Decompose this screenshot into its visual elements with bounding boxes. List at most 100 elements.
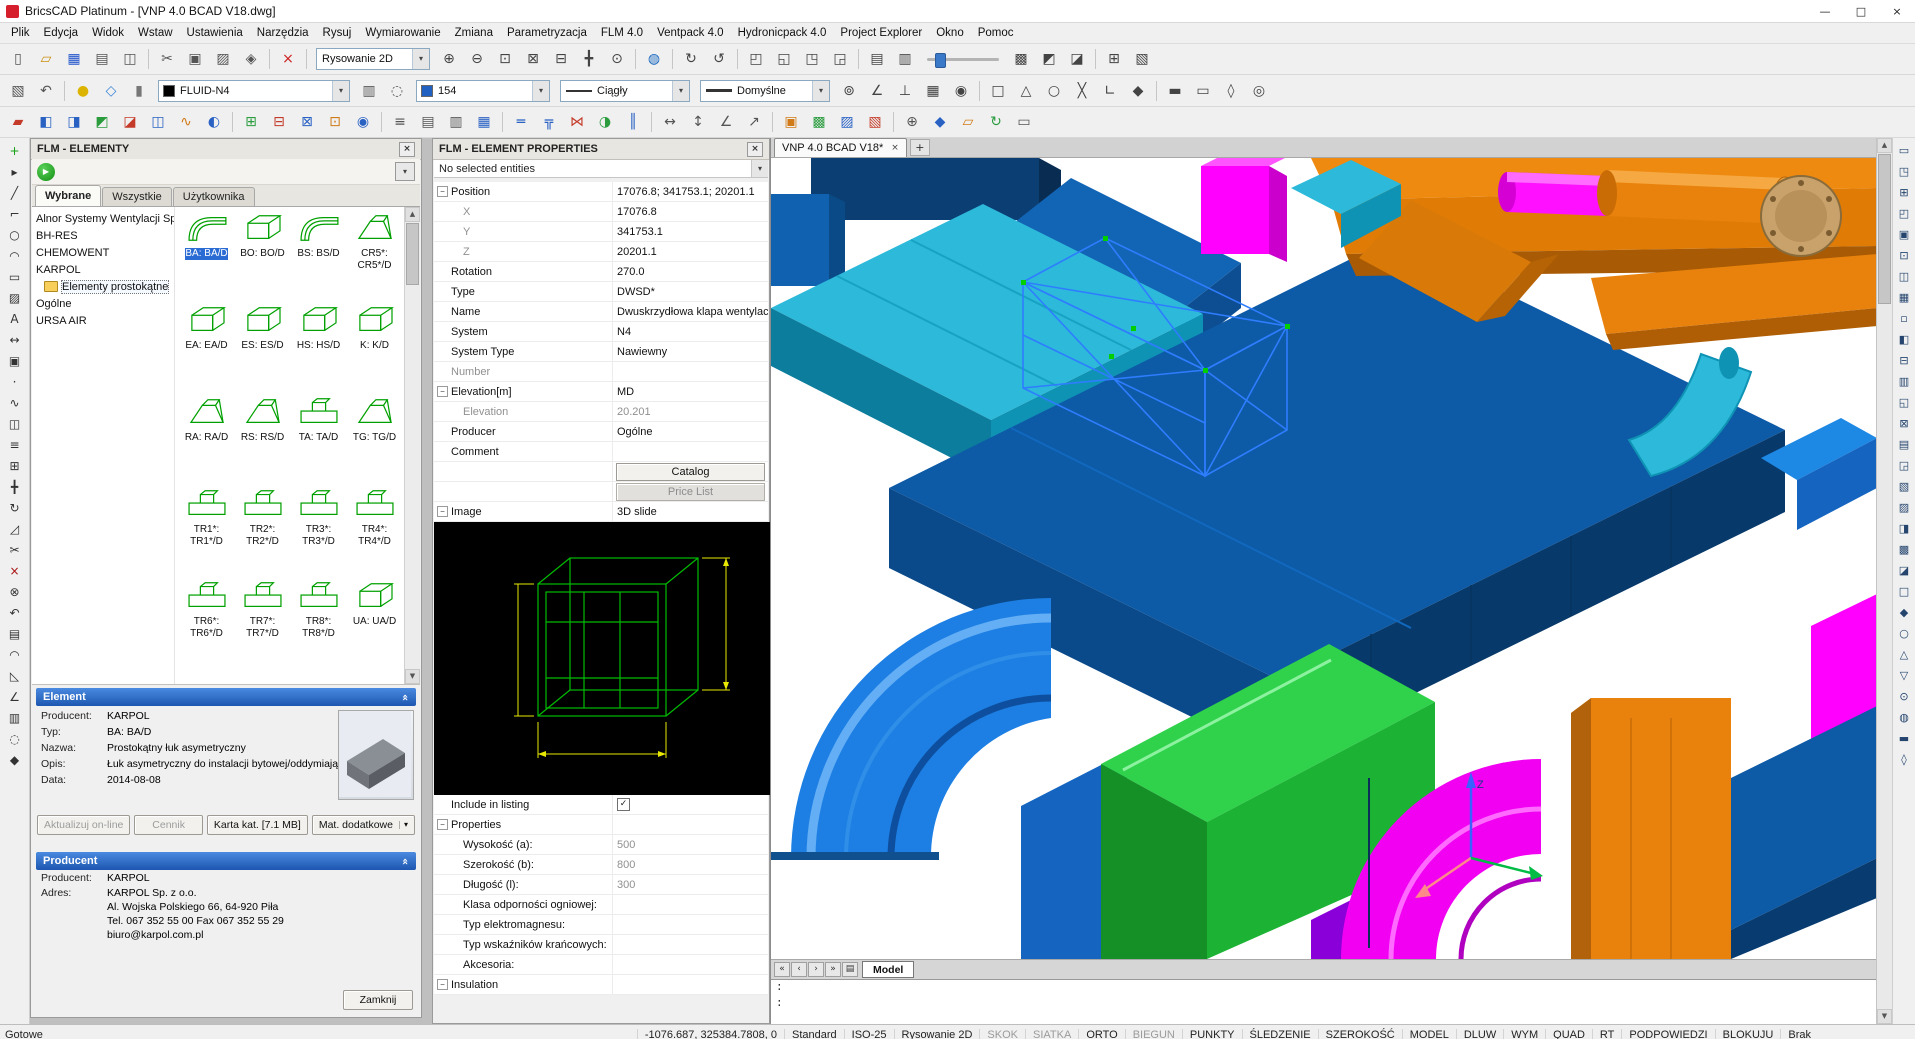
right-tool-24-icon[interactable]: ○: [1893, 624, 1915, 643]
osnap-nearest-icon[interactable]: ◆: [1125, 78, 1151, 104]
property-row[interactable]: − Position ✓ 17076.8; 341753.1; 20201.1: [434, 182, 768, 202]
pipe-fitting-icon[interactable]: ╦: [536, 109, 562, 135]
property-value[interactable]: MD: [617, 386, 634, 398]
property-value[interactable]: 270.0: [617, 266, 645, 278]
annotative-scale-icon[interactable]: ◊: [1218, 78, 1244, 104]
right-tool-03-icon[interactable]: ⊞: [1893, 183, 1915, 202]
ortho-toggle-icon[interactable]: ⊥: [892, 78, 918, 104]
right-tool-11-icon[interactable]: ⊟: [1893, 351, 1915, 370]
paste-icon[interactable]: ▨: [210, 46, 236, 72]
property-row[interactable]: − System Type ✓ Nawiewny: [434, 342, 768, 362]
right-tool-04-icon[interactable]: ◰: [1893, 204, 1915, 223]
right-tool-20-icon[interactable]: ▩: [1893, 540, 1915, 559]
realtime-zoom-icon[interactable]: ⊙: [604, 46, 630, 72]
view-iso-icon[interactable]: ◲: [827, 46, 853, 72]
flm-section-icon[interactable]: ▤: [415, 109, 441, 135]
osnap-center-icon[interactable]: ○: [1041, 78, 1067, 104]
transparency-icon[interactable]: ▭: [1190, 78, 1216, 104]
menu-item[interactable]: Project Explorer: [833, 25, 929, 41]
tools-update-icon[interactable]: ↻: [983, 109, 1009, 135]
status-field[interactable]: ISO-25: [844, 1029, 894, 1039]
maximize-button[interactable]: □: [1843, 0, 1879, 22]
catalog-card-button[interactable]: Karta kat. [7.1 MB] ▾: [207, 815, 308, 835]
chamfer-icon[interactable]: ◺: [4, 666, 26, 685]
right-tool-07-icon[interactable]: ◫: [1893, 267, 1915, 286]
property-value[interactable]: 800: [617, 859, 635, 871]
status-toggle[interactable]: PUNKTY: [1182, 1029, 1242, 1039]
property-row[interactable]: − Insulation ✓: [434, 975, 768, 995]
property-row[interactable]: − Elevation ✓ 20.201: [434, 402, 768, 422]
right-tool-10-icon[interactable]: ◧: [1893, 330, 1915, 349]
element-grid-item[interactable]: RS: RS/D: [235, 395, 290, 483]
new-file-icon[interactable]: ▯: [5, 46, 31, 72]
property-value[interactable]: DWSD*: [617, 286, 655, 298]
right-tool-17-icon[interactable]: ▧: [1893, 477, 1915, 496]
system-select-icon[interactable]: ▨: [834, 109, 860, 135]
element-grid-item[interactable]: TA: TA/D: [291, 395, 346, 483]
prev-layout-button[interactable]: ‹: [791, 962, 807, 977]
workspace-settings-icon[interactable]: ◎: [1246, 78, 1272, 104]
regen-icon[interactable]: ↺: [706, 46, 732, 72]
layout-list-button[interactable]: ▤: [842, 962, 858, 977]
element-section-header[interactable]: Element «: [36, 688, 416, 706]
producer-section-header[interactable]: Producent «: [36, 852, 416, 870]
right-tool-12-icon[interactable]: ▥: [1893, 372, 1915, 391]
element-grid-item[interactable]: TR2*: TR2*/D: [235, 487, 290, 575]
right-tool-30-icon[interactable]: ◊: [1893, 750, 1915, 769]
measure-icon[interactable]: ∠: [4, 687, 26, 706]
sheet-set-icon[interactable]: ▧: [1129, 46, 1155, 72]
mirror-icon[interactable]: ◫: [4, 414, 26, 433]
property-row[interactable]: − Type ✓ DWSD*: [434, 282, 768, 302]
property-row[interactable]: − System ✓ N4: [434, 322, 768, 342]
command-prompt[interactable]: :: [776, 982, 1871, 998]
print-preview-icon[interactable]: ◫: [117, 46, 143, 72]
tools-report-icon[interactable]: ▭: [1011, 109, 1037, 135]
update-online-button[interactable]: Aktualizuj on-line ▾: [37, 815, 130, 835]
property-row[interactable]: − Image ✓ 3D slide: [434, 502, 768, 522]
layers-explorer-icon[interactable]: ▤: [864, 46, 890, 72]
menu-item[interactable]: FLM 4.0: [594, 25, 650, 41]
right-tool-02-icon[interactable]: ◳: [1893, 162, 1915, 181]
menu-item[interactable]: Edycja: [37, 25, 86, 41]
refresh-catalog-button[interactable]: ▶: [37, 163, 55, 181]
property-row[interactable]: − Producer ✓ Ogólne: [434, 422, 768, 442]
block-icon[interactable]: ▣: [4, 351, 26, 370]
flm-reducer-icon[interactable]: ◪: [117, 109, 143, 135]
right-tool-27-icon[interactable]: ⊙: [1893, 687, 1915, 706]
property-value[interactable]: 500: [617, 839, 635, 851]
status-field[interactable]: Rysowanie 2D: [894, 1029, 980, 1039]
status-toggle[interactable]: WYM: [1503, 1029, 1545, 1039]
pipe-pump-icon[interactable]: ◑: [592, 109, 618, 135]
status-toggle[interactable]: QUAD: [1545, 1029, 1592, 1039]
menu-item[interactable]: Rysuj: [316, 25, 359, 41]
menu-item[interactable]: Parametryzacja: [500, 25, 594, 41]
property-row[interactable]: − Długość (l): ✓ 300: [434, 875, 768, 895]
view-front-icon[interactable]: ◱: [771, 46, 797, 72]
catalog-tree-item[interactable]: Alnor Systemy Wentylacji Sp.: [32, 210, 174, 227]
status-toggle[interactable]: SIATKA: [1025, 1029, 1078, 1039]
last-layout-button[interactable]: »: [825, 962, 841, 977]
tools-config-icon[interactable]: ◆: [927, 109, 953, 135]
catalog-tree-item[interactable]: URSA AIR: [32, 312, 174, 329]
right-tool-19-icon[interactable]: ◨: [1893, 519, 1915, 538]
scroll-up-icon[interactable]: ▲: [405, 207, 420, 222]
element-grid-item[interactable]: UA: UA/D: [347, 579, 402, 667]
element-grid-scrollbar[interactable]: ▲ ▼: [404, 207, 420, 684]
zoom-previous-icon[interactable]: ⊟: [548, 46, 574, 72]
explode-icon[interactable]: ⊗: [4, 582, 26, 601]
menu-item[interactable]: Ventpack 4.0: [650, 25, 731, 41]
element-grid-item[interactable]: TR8*: TR8*/D: [291, 579, 346, 667]
property-row[interactable]: − Number ✓: [434, 362, 768, 382]
layer-on-icon[interactable]: ●: [70, 78, 96, 104]
flm-fitting-icon[interactable]: ◧: [33, 109, 59, 135]
elements-tab[interactable]: Wybrane: [35, 185, 101, 206]
props-paint-icon[interactable]: ▩: [806, 109, 832, 135]
scroll-up-icon[interactable]: ▲: [1877, 138, 1892, 153]
close-icon[interactable]: ×: [747, 142, 763, 157]
redraw-icon[interactable]: ↻: [678, 46, 704, 72]
snap-toggle-icon[interactable]: ◉: [948, 78, 974, 104]
status-toggle[interactable]: RT: [1592, 1029, 1621, 1039]
flm-elevation-icon[interactable]: ≡: [387, 109, 413, 135]
collapse-icon[interactable]: «: [400, 857, 411, 864]
menu-item[interactable]: Okno: [929, 25, 971, 41]
